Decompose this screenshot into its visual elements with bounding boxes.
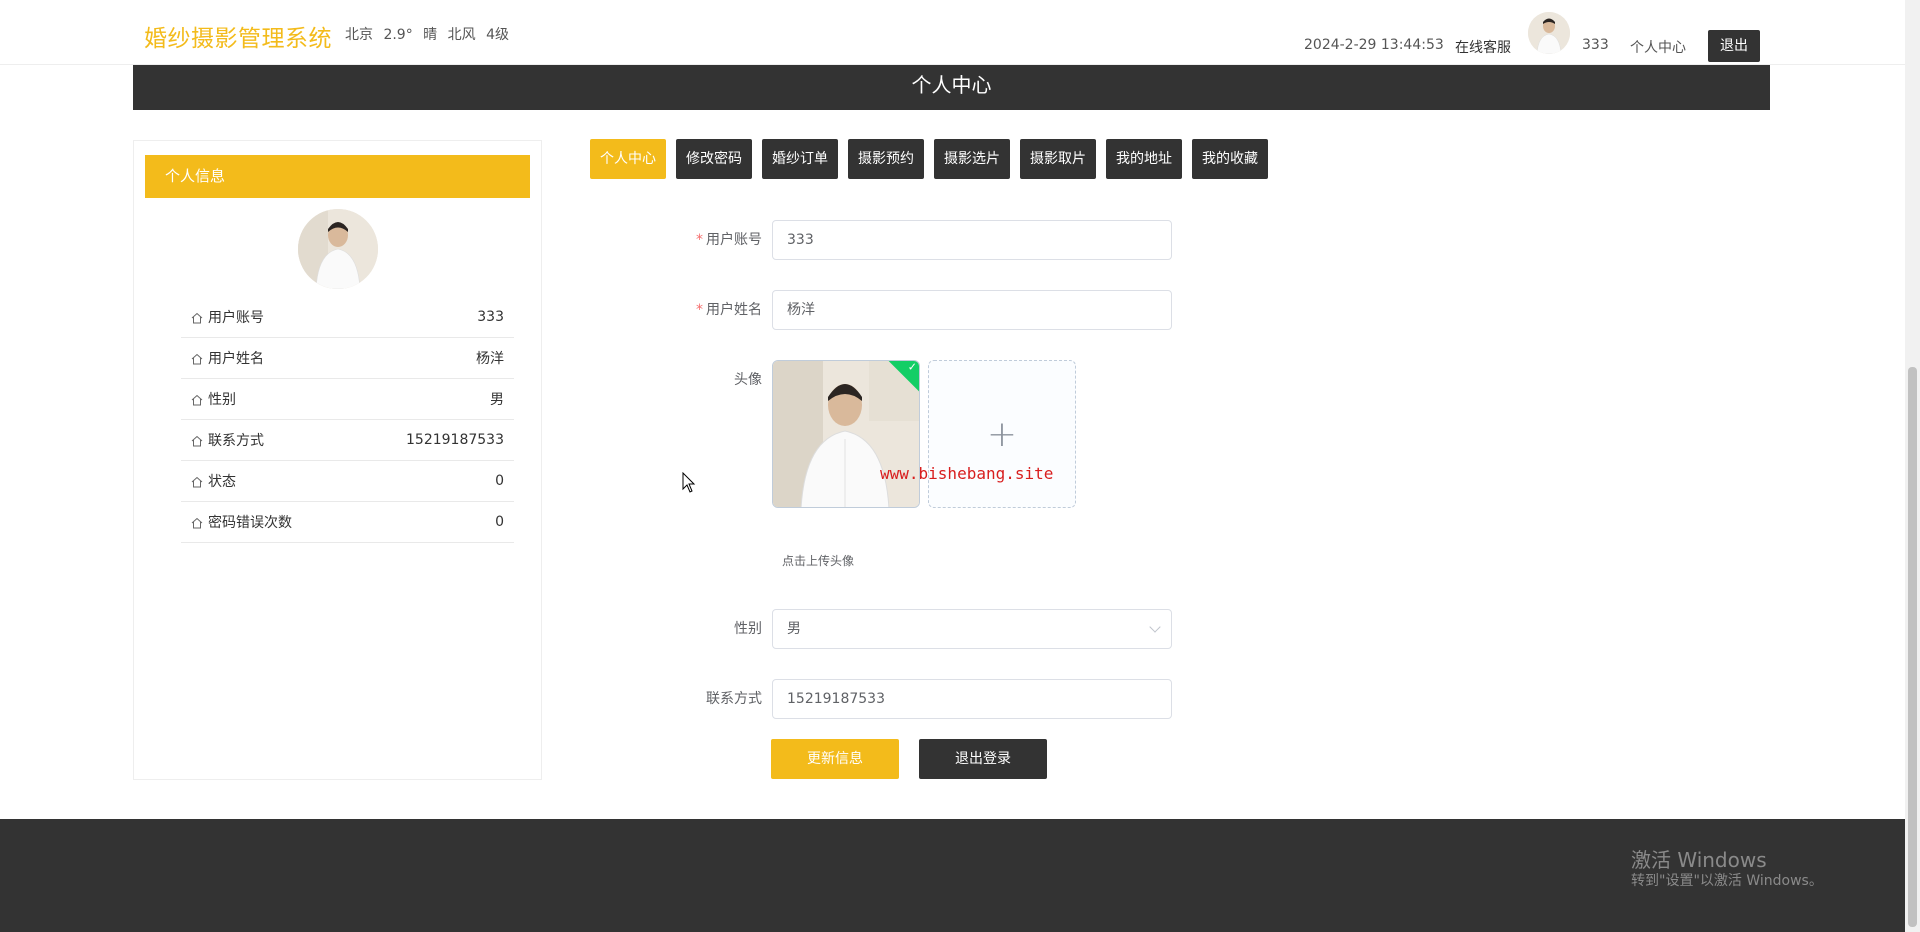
user-avatar[interactable] bbox=[1528, 12, 1570, 54]
profile-panel: 个人信息 用户账号 333 用户姓名 杨洋 性别 男 联系方式 15219187… bbox=[133, 140, 542, 780]
info-value: 杨洋 bbox=[476, 351, 504, 367]
logout-login-button[interactable]: 退出登录 bbox=[919, 739, 1047, 779]
list-item: 用户账号 333 bbox=[181, 297, 514, 338]
personal-center-link[interactable]: 个人中心 bbox=[1630, 37, 1686, 57]
account-row: * 用户账号 333 bbox=[690, 220, 1172, 260]
gender-label: 性别 bbox=[734, 621, 762, 637]
list-item: 状态 0 bbox=[181, 461, 514, 502]
chevron-down-icon bbox=[1149, 621, 1161, 633]
tab-wedding-orders[interactable]: 婚纱订单 bbox=[762, 139, 838, 179]
name-field[interactable]: 杨洋 bbox=[772, 290, 1172, 330]
page-title: 个人中心 bbox=[133, 65, 1770, 110]
plus-icon: + bbox=[986, 413, 1018, 455]
tab-photo-appointments[interactable]: 摄影预约 bbox=[848, 139, 924, 179]
avatar-upload: ✓ + bbox=[772, 360, 1076, 508]
logout-button[interactable]: 退出 bbox=[1708, 30, 1760, 62]
add-avatar-button[interactable]: + bbox=[928, 360, 1076, 508]
tab-photo-selection[interactable]: 摄影选片 bbox=[934, 139, 1010, 179]
home-icon bbox=[191, 353, 203, 364]
online-service-link[interactable]: 在线客服 bbox=[1455, 37, 1511, 57]
info-value: 15219187533 bbox=[406, 432, 504, 448]
uploaded-avatar[interactable]: ✓ bbox=[772, 360, 920, 508]
info-value: 333 bbox=[477, 309, 504, 325]
tab-change-password[interactable]: 修改密码 bbox=[676, 139, 752, 179]
required-mark: * bbox=[696, 232, 703, 248]
user-tabs: 个人中心 修改密码 婚纱订单 摄影预约 摄影选片 摄影取片 我的地址 我的收藏 bbox=[590, 139, 1268, 179]
phone-row: 联系方式 15219187533 bbox=[690, 679, 1172, 719]
top-navbar: 婚纱摄影管理系统 北京 2.9° 晴 北风 4级 2024-2-29 13:44… bbox=[0, 0, 1905, 65]
weather-wind: 北风 bbox=[447, 27, 476, 43]
weather-condition: 晴 bbox=[423, 27, 438, 43]
tab-personal-center[interactable]: 个人中心 bbox=[590, 139, 666, 179]
windows-activation-subtitle: 转到"设置"以激活 Windows。 bbox=[1631, 873, 1823, 889]
info-label: 用户账号 bbox=[208, 310, 264, 326]
avatar-label: 头像 bbox=[734, 372, 762, 388]
mouse-cursor-icon bbox=[682, 472, 696, 493]
avatar-row: 头像 ✓ + bbox=[690, 360, 1076, 508]
list-item: 密码错误次数 0 bbox=[181, 502, 514, 543]
windows-activation-title: 激活 Windows bbox=[1631, 848, 1767, 872]
name-label: * 用户姓名 bbox=[696, 302, 762, 318]
info-label: 状态 bbox=[208, 474, 236, 490]
person-photo-icon bbox=[1528, 12, 1570, 54]
list-item: 性别 男 bbox=[181, 379, 514, 420]
profile-avatar bbox=[298, 209, 378, 289]
tab-photo-pickup[interactable]: 摄影取片 bbox=[1020, 139, 1096, 179]
list-item: 用户姓名 杨洋 bbox=[181, 338, 514, 379]
tab-my-favorites[interactable]: 我的收藏 bbox=[1192, 139, 1268, 179]
home-icon bbox=[191, 517, 203, 528]
info-label: 用户姓名 bbox=[208, 351, 264, 367]
required-mark: * bbox=[696, 302, 703, 318]
check-icon: ✓ bbox=[907, 360, 917, 374]
home-icon bbox=[191, 435, 203, 446]
gender-row: 性别 男 bbox=[690, 609, 1172, 649]
account-label: * 用户账号 bbox=[696, 232, 762, 248]
current-datetime: 2024-2-29 13:44:53 bbox=[1304, 37, 1444, 53]
info-value: 0 bbox=[495, 514, 504, 530]
upload-tip: 点击上传头像 bbox=[782, 554, 855, 568]
info-label: 密码错误次数 bbox=[208, 515, 292, 531]
person-photo-icon bbox=[298, 209, 378, 289]
update-info-button[interactable]: 更新信息 bbox=[771, 739, 899, 779]
phone-field[interactable]: 15219187533 bbox=[772, 679, 1172, 719]
page-scrollbar[interactable] bbox=[1905, 0, 1920, 932]
watermark-text: www.bishebang.site bbox=[880, 464, 1054, 483]
home-icon bbox=[191, 476, 203, 487]
profile-info-list: 用户账号 333 用户姓名 杨洋 性别 男 联系方式 15219187533 状… bbox=[181, 297, 514, 543]
info-label: 性别 bbox=[208, 392, 236, 408]
home-icon bbox=[191, 312, 203, 323]
person-photo-icon bbox=[773, 361, 919, 507]
list-item: 联系方式 15219187533 bbox=[181, 420, 514, 461]
info-value: 0 bbox=[495, 473, 504, 489]
phone-label: 联系方式 bbox=[706, 691, 762, 707]
name-row: * 用户姓名 杨洋 bbox=[690, 290, 1172, 330]
info-label: 联系方式 bbox=[208, 433, 264, 449]
gender-value: 男 bbox=[787, 621, 801, 637]
scrollbar-thumb[interactable] bbox=[1908, 367, 1917, 927]
profile-panel-header: 个人信息 bbox=[145, 155, 530, 198]
gender-select[interactable]: 男 bbox=[772, 609, 1172, 649]
site-logo[interactable]: 婚纱摄影管理系统 bbox=[144, 19, 332, 53]
weather-city: 北京 bbox=[345, 27, 373, 43]
info-value: 男 bbox=[490, 392, 504, 408]
top-username: 333 bbox=[1582, 37, 1609, 53]
weather-widget: 北京 2.9° 晴 北风 4级 bbox=[345, 24, 515, 44]
page-footer bbox=[0, 819, 1905, 932]
weather-level: 4级 bbox=[486, 27, 509, 43]
weather-temp: 2.9° bbox=[383, 27, 413, 43]
tab-my-address[interactable]: 我的地址 bbox=[1106, 139, 1182, 179]
account-field[interactable]: 333 bbox=[772, 220, 1172, 260]
home-icon bbox=[191, 394, 203, 405]
